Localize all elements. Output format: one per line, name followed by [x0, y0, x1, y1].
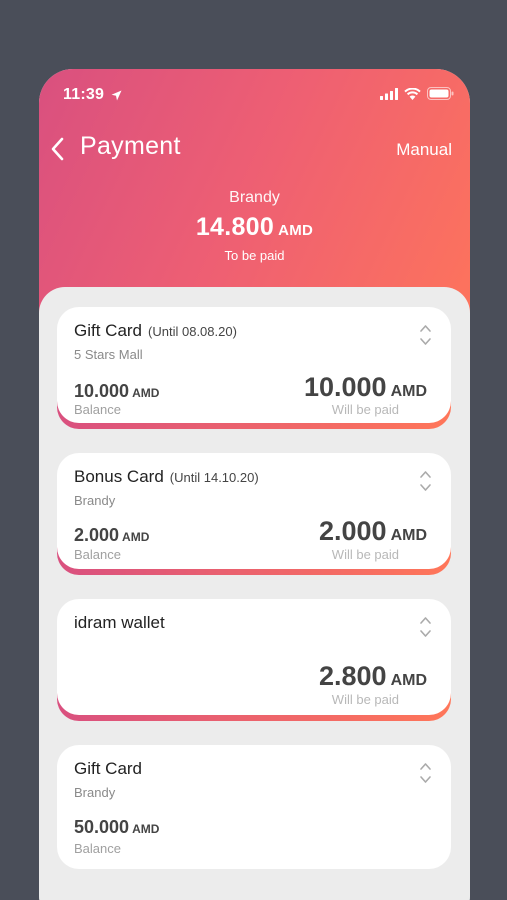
- status-time: 11:39: [63, 86, 105, 103]
- total-amount-value: 14.800: [195, 213, 275, 241]
- payment-card-gift-card[interactable]: Gift Card (Until 08.08.20) 5 Stars Mall 1…: [57, 307, 451, 429]
- card-balance-label: Balance: [74, 547, 121, 562]
- card-balance: 50.000 AMD: [74, 817, 159, 838]
- card-paid-currency: AMD: [390, 383, 427, 400]
- card-title: idram wallet: [74, 613, 165, 633]
- card-balance-currency: AMD: [122, 530, 150, 544]
- status-bar: 11:39: [39, 69, 470, 119]
- card-name: Gift Card: [74, 759, 143, 778]
- card-balance-currency: AMD: [132, 822, 160, 836]
- card-balance-label: Balance: [74, 402, 121, 417]
- card-paid-value: 2.000: [318, 516, 387, 546]
- card-name: Gift Card: [74, 321, 143, 340]
- card-paid-amount: 2.800 AMD: [319, 661, 427, 692]
- sort-chevrons-icon[interactable]: [419, 761, 432, 790]
- card-balance: 10.000 AMD: [74, 381, 159, 402]
- card-balance: 2.000 AMD: [74, 525, 149, 546]
- phone-screen: 11:39 Payment Manual Brandy 14.800 AMD T…: [39, 69, 470, 900]
- payment-summary: Brandy 14.800 AMD To be paid: [39, 189, 470, 263]
- card-expiry: (Until 14.10.20): [169, 470, 259, 485]
- payer-name: Brandy: [229, 189, 280, 206]
- card-expiry: (Until 08.08.20): [148, 324, 237, 339]
- manual-button[interactable]: Manual: [396, 140, 452, 160]
- card-paid-currency: AMD: [390, 527, 427, 544]
- card-title: Gift Card (Until 08.08.20): [74, 321, 237, 341]
- card-paid-currency: AMD: [390, 672, 427, 689]
- card-subtitle: 5 Stars Mall: [74, 347, 143, 362]
- payment-card-bonus-card[interactable]: Bonus Card (Until 14.10.20) Brandy 2.000 A…: [57, 453, 451, 575]
- sort-chevrons-icon[interactable]: [419, 615, 432, 644]
- card-title: Bonus Card (Until 14.10.20): [74, 467, 259, 487]
- total-amount-note: To be paid: [224, 248, 285, 263]
- card-balance-value: 50.000: [74, 817, 130, 837]
- back-chevron-icon[interactable]: [49, 135, 65, 168]
- card-balance-value: 2.000: [74, 525, 120, 545]
- battery-icon: [427, 87, 454, 105]
- card-paid-label: Will be paid: [331, 692, 399, 707]
- status-icons: [380, 87, 454, 105]
- card-paid-label: Will be paid: [331, 547, 399, 562]
- page-title: Payment: [80, 132, 181, 160]
- payment-card-gift-card-brandy[interactable]: Gift Card Brandy 50.000 AMD Balance: [57, 745, 451, 869]
- card-subtitle: Brandy: [74, 785, 116, 800]
- card-balance-label: Balance: [74, 841, 121, 856]
- signal-icon: [380, 87, 398, 105]
- card-paid-value: 2.800: [318, 661, 387, 691]
- card-body: Gift Card Brandy 50.000 AMD Balance: [57, 745, 451, 869]
- wifi-icon: [404, 87, 421, 105]
- sort-chevrons-icon[interactable]: [419, 469, 432, 498]
- card-subtitle: Brandy: [74, 493, 116, 508]
- card-body: idram wallet 2.800 AMD Will be paid: [57, 599, 451, 715]
- card-paid-label: Will be paid: [331, 402, 399, 417]
- card-balance-currency: AMD: [132, 386, 160, 400]
- card-paid-amount: 2.000 AMD: [319, 516, 427, 547]
- card-paid-amount: 10.000 AMD: [304, 372, 427, 403]
- card-body: Bonus Card (Until 14.10.20) Brandy 2.000 A…: [57, 453, 451, 569]
- payment-methods-sheet: Gift Card (Until 08.08.20) 5 Stars Mall 1…: [39, 287, 470, 900]
- card-name: idram wallet: [74, 613, 165, 632]
- total-amount-currency: AMD: [278, 222, 314, 239]
- total-amount: 14.800 AMD: [39, 213, 470, 242]
- location-arrow-icon: [111, 88, 122, 106]
- card-title: Gift Card: [74, 759, 142, 779]
- navigation-bar: Payment Manual: [39, 129, 470, 169]
- sort-chevrons-icon[interactable]: [419, 323, 432, 352]
- payment-card-idram-wallet[interactable]: idram wallet 2.800 AMD Will be paid: [57, 599, 451, 721]
- card-balance-value: 10.000: [74, 381, 130, 401]
- card-body: Gift Card (Until 08.08.20) 5 Stars Mall 1…: [57, 307, 451, 423]
- card-paid-value: 10.000: [303, 372, 387, 402]
- card-name: Bonus Card: [74, 467, 164, 486]
